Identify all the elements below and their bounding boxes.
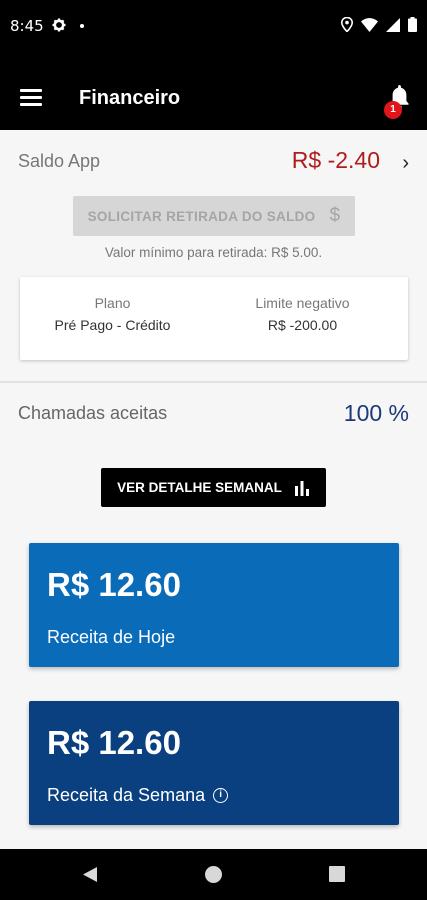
- notifications-button[interactable]: 1: [384, 84, 414, 120]
- today-revenue-label: Receita de Hoje: [47, 627, 176, 647]
- app-bar: Financeiro 1: [0, 56, 427, 130]
- week-revenue-card: R$ 12.60 Receita da Semana i: [29, 701, 399, 825]
- withdraw-button-label: SOLICITAR RETIRADA DO SALDO: [87, 208, 316, 224]
- today-revenue-amount: R$ 12.60: [47, 566, 181, 603]
- withdraw-button[interactable]: SOLICITAR RETIRADA DO SALDO $: [73, 196, 355, 236]
- back-icon[interactable]: [82, 866, 98, 883]
- battery-icon: [408, 17, 417, 32]
- calls-row: Chamadas aceitas 100 %: [0, 383, 427, 443]
- plan-card: Plano Pré Pago - Crédito Limite negativo…: [20, 277, 408, 360]
- limit-value: R$ -200.00: [267, 317, 338, 333]
- signal-icon: [386, 17, 400, 32]
- location-icon: [341, 17, 353, 32]
- minimum-withdraw-note: Valor mínimo para retirada: R$ 5.00.: [104, 245, 323, 260]
- plan-label: Plano: [94, 295, 131, 311]
- calls-label: Chamadas aceitas: [18, 403, 168, 423]
- bar-chart-icon: [294, 480, 309, 496]
- status-time: 8:45: [10, 17, 44, 35]
- plan-column: Plano Pré Pago - Crédito: [30, 295, 195, 333]
- info-icon[interactable]: i: [213, 788, 229, 803]
- week-revenue-amount: R$ 12.60: [47, 724, 181, 761]
- today-revenue-label-row: Receita de Hoje: [47, 627, 175, 648]
- limit-column: Limite negativo R$ -200.00: [215, 295, 390, 333]
- chevron-right-icon[interactable]: ›: [402, 152, 409, 175]
- menu-icon[interactable]: [20, 89, 42, 107]
- gear-icon: [52, 18, 66, 32]
- saldo-label: Saldo App: [18, 151, 101, 171]
- calls-value: 100 %: [343, 400, 409, 426]
- week-revenue-label: Receita da Semana: [47, 785, 206, 805]
- status-icons: [341, 17, 417, 32]
- today-revenue-card: R$ 12.60 Receita de Hoje: [29, 543, 399, 667]
- dollar-icon: $: [329, 205, 341, 226]
- weekly-detail-button[interactable]: VER DETALHE SEMANAL: [101, 468, 326, 507]
- plan-value: Pré Pago - Crédito: [54, 317, 171, 333]
- recent-apps-icon[interactable]: [329, 866, 345, 882]
- week-revenue-label-row: Receita da Semana i: [47, 785, 229, 806]
- wifi-icon: [361, 17, 378, 32]
- saldo-value: R$ -2.40: [291, 147, 380, 173]
- weekly-detail-label: VER DETALHE SEMANAL: [117, 480, 282, 495]
- home-icon[interactable]: [205, 866, 222, 883]
- status-bar: 8:45: [0, 0, 427, 56]
- notification-dot: [80, 24, 84, 28]
- page-title: Financeiro: [79, 87, 181, 109]
- notification-badge: 1: [384, 101, 402, 119]
- system-nav-bar: [0, 849, 427, 900]
- limit-label: Limite negativo: [255, 295, 350, 311]
- saldo-row[interactable]: Saldo App R$ -2.40 ›: [0, 130, 427, 192]
